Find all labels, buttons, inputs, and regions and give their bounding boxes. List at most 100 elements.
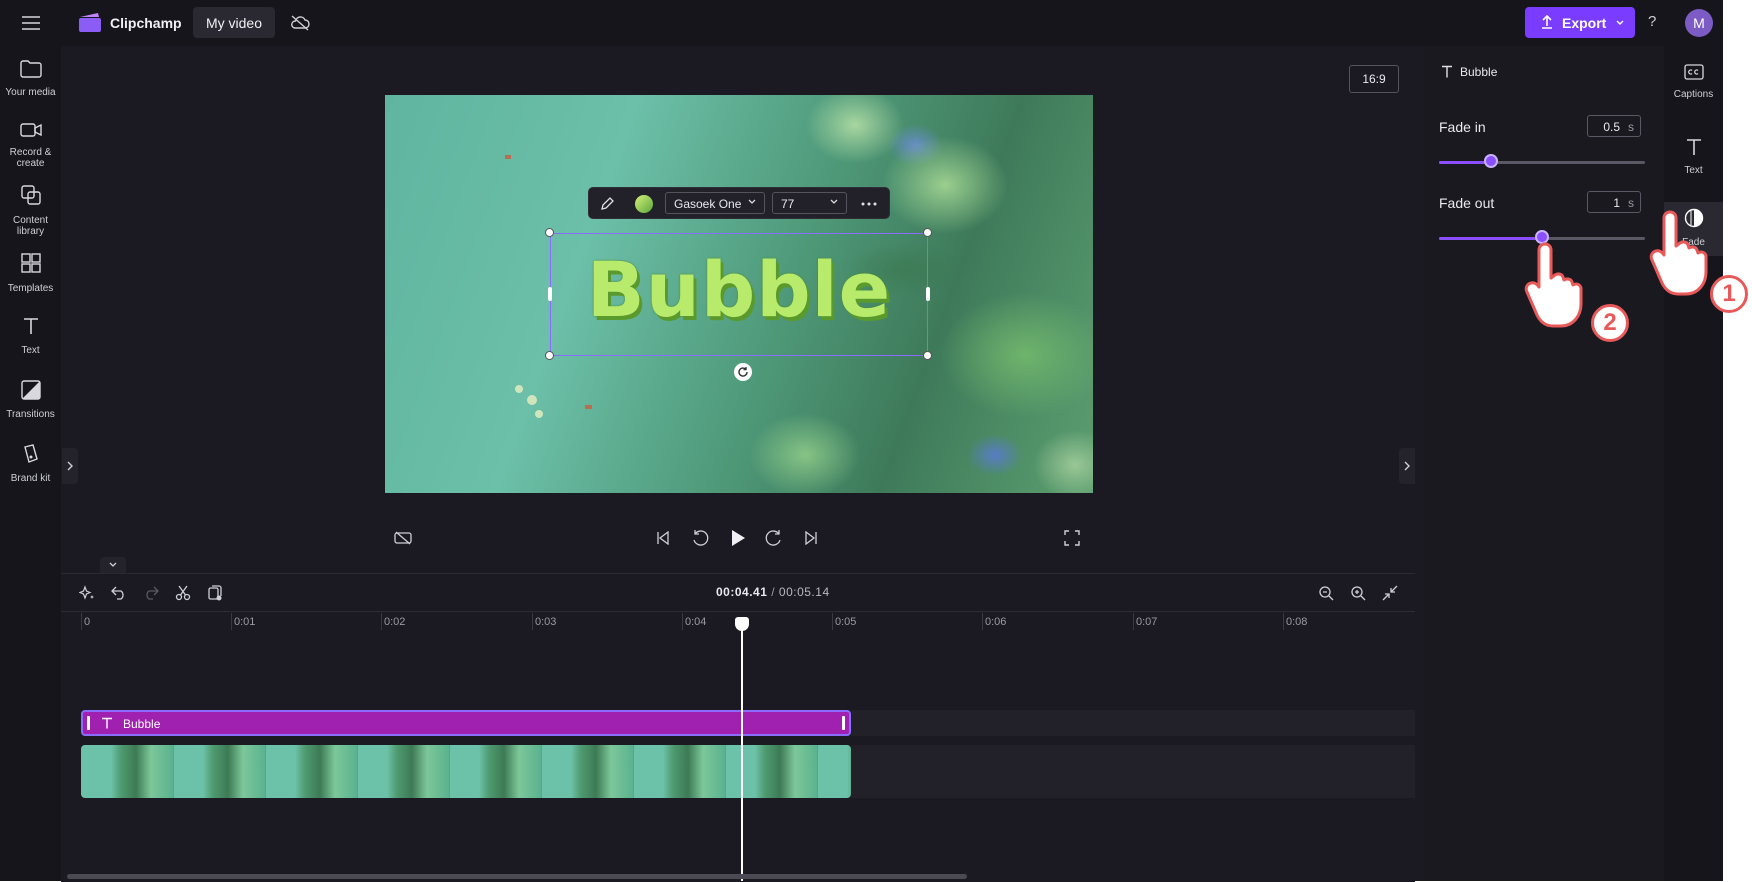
more-options-icon[interactable] — [857, 194, 881, 214]
chevron-down-icon — [828, 196, 840, 211]
sidebar-item-brand-kit[interactable]: Brand kit — [0, 444, 61, 502]
overlay-text[interactable]: Bubble — [550, 245, 928, 334]
ruler-tick: 0:06 — [985, 616, 1007, 628]
sidebar-item-your-media[interactable]: Your media — [0, 60, 61, 118]
collapse-timeline-button[interactable] — [100, 557, 126, 573]
fade-in-slider[interactable] — [1439, 154, 1645, 168]
font-dropdown[interactable]: Gasoek One — [665, 192, 765, 214]
step-badge: 2 — [1591, 304, 1629, 342]
ruler-tick: 0:01 — [234, 616, 256, 628]
ruler-tick: 0:05 — [835, 616, 857, 628]
step-badge: 1 — [1710, 275, 1748, 313]
sidebar-item-label: Your media — [5, 87, 56, 98]
resize-handle[interactable] — [923, 228, 932, 237]
sidebar-item-label: Text — [21, 345, 40, 356]
fullscreen-icon[interactable] — [1061, 527, 1083, 549]
resize-handle[interactable] — [545, 228, 554, 237]
chevron-down-icon — [746, 196, 758, 211]
resize-handle[interactable] — [926, 287, 930, 301]
library-icon — [20, 184, 42, 211]
text-clip[interactable]: Bubble — [81, 710, 851, 736]
text-icon — [1685, 138, 1703, 161]
upload-icon — [1541, 14, 1553, 34]
brand-name: Clipchamp — [110, 15, 182, 31]
fit-timeline-icon[interactable] — [1379, 582, 1401, 604]
fade-in-slider-thumb[interactable] — [1483, 154, 1498, 168]
trim-handle-right[interactable] — [842, 716, 845, 730]
pointer-hand-icon — [1523, 240, 1593, 335]
fade-out-label: Fade out — [1439, 195, 1495, 211]
rotate-handle-icon[interactable] — [734, 363, 752, 381]
zoom-out-icon[interactable] — [1315, 582, 1337, 604]
resize-handle[interactable] — [545, 351, 554, 360]
captions-icon — [1683, 64, 1704, 85]
sidebar-item-label: Brand kit — [10, 473, 51, 484]
project-title[interactable]: My video — [193, 7, 275, 38]
sidebar-item-transitions[interactable]: Transitions — [0, 380, 61, 438]
resize-handle[interactable] — [923, 351, 932, 360]
templates-icon — [20, 252, 42, 279]
properties-panel: Bubble Fade in 0.5 s Fade out 1 s — [1424, 46, 1664, 881]
zoom-in-icon[interactable] — [1347, 582, 1369, 604]
fade-out-input[interactable]: 1 s — [1587, 191, 1641, 213]
ruler-tick: 0 — [84, 616, 91, 628]
text-track-lane — [851, 710, 1415, 736]
transitions-icon — [20, 380, 41, 405]
expand-left-panel-button[interactable] — [62, 448, 78, 484]
sidebar-item-content-library[interactable]: Content library — [0, 184, 61, 242]
right-tab-text[interactable]: Text — [1664, 138, 1723, 176]
text-icon — [1441, 65, 1453, 83]
camera-icon — [19, 122, 42, 143]
sidebar-item-templates[interactable]: Templates — [0, 252, 61, 310]
split-scissors-icon[interactable] — [172, 582, 194, 604]
export-label: Export — [1562, 15, 1607, 31]
hamburger-menu-icon[interactable] — [18, 12, 44, 34]
sidebar-item-record-create[interactable]: Record & create — [0, 122, 61, 180]
aspect-ratio-button[interactable]: 16:9 — [1349, 65, 1399, 93]
right-tab-label: Captions — [1673, 89, 1714, 100]
fade-in-slider-fill — [1439, 161, 1491, 164]
export-button[interactable]: Export — [1525, 7, 1635, 38]
timeline-scrollbar[interactable] — [67, 874, 967, 879]
edit-pencil-icon[interactable] — [597, 194, 617, 214]
rewind-5s-icon[interactable] — [688, 526, 712, 550]
playhead[interactable] — [741, 618, 743, 881]
ruler-tick: 0:08 — [1286, 616, 1308, 628]
text-icon — [21, 316, 41, 341]
resize-handle[interactable] — [548, 287, 552, 301]
color-picker-button[interactable] — [635, 195, 653, 213]
folder-icon — [19, 60, 42, 83]
font-size-dropdown[interactable]: 77 — [772, 192, 847, 214]
fade-in-input[interactable]: 0.5 s — [1587, 115, 1641, 137]
sidebar-item-text[interactable]: Text — [0, 316, 61, 374]
video-clip[interactable] — [81, 745, 851, 798]
playhead-handle[interactable] — [735, 617, 749, 631]
hide-preview-icon[interactable] — [392, 527, 414, 549]
right-tab-captions[interactable]: Captions — [1664, 64, 1723, 100]
text-clip-label: Bubble — [123, 717, 161, 731]
fade-in-label: Fade in — [1439, 119, 1486, 135]
undo-icon[interactable] — [108, 582, 130, 604]
skip-to-start-icon[interactable] — [652, 527, 674, 549]
fade-in-unit: s — [1628, 120, 1634, 134]
panel-title: Bubble — [1460, 65, 1498, 79]
time-separator: / — [771, 585, 776, 599]
ruler-tick: 0:02 — [384, 616, 406, 628]
text-toolbar: Gasoek One 77 — [588, 187, 890, 219]
trim-handle-left[interactable] — [87, 716, 90, 730]
ruler-tick: 0:07 — [1136, 616, 1158, 628]
help-button[interactable]: ? — [1648, 13, 1656, 30]
duplicate-icon[interactable] — [204, 582, 226, 604]
magic-sparkle-icon[interactable] — [76, 582, 98, 604]
redo-icon[interactable] — [140, 582, 162, 604]
skip-to-end-icon[interactable] — [800, 527, 822, 549]
forward-5s-icon[interactable] — [762, 526, 786, 550]
right-sidebar: Captions Text Fade — [1664, 46, 1723, 881]
play-button[interactable] — [725, 525, 751, 551]
fade-in-value: 0.5 — [1603, 120, 1620, 134]
timecode: 00:04.41 / 00:05.14 — [716, 585, 830, 599]
ruler-tick: 0:03 — [535, 616, 557, 628]
fade-out-value: 1 — [1613, 196, 1620, 210]
avatar[interactable]: M — [1685, 9, 1713, 37]
expand-right-panel-button[interactable] — [1399, 448, 1415, 484]
